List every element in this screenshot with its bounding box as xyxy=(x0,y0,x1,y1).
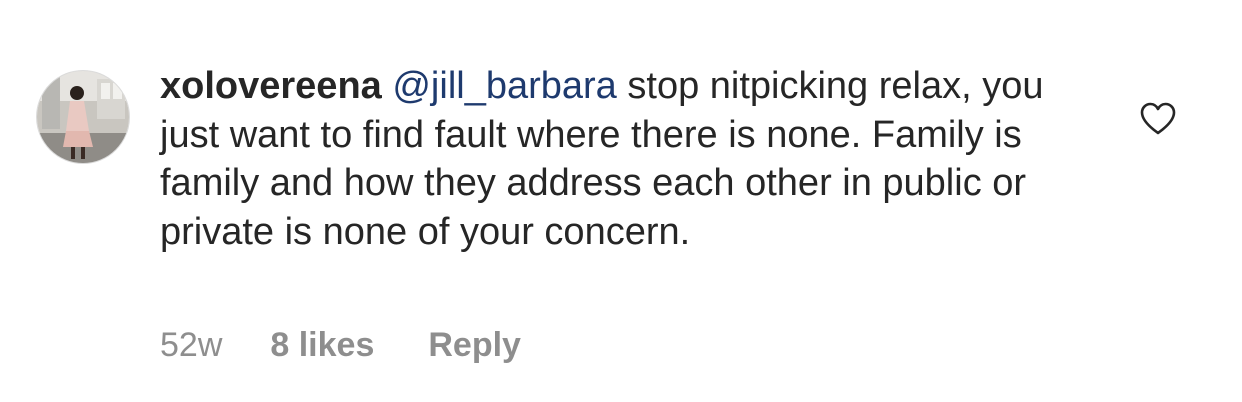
likes-count[interactable]: 8 likes xyxy=(270,326,374,365)
comment-meta: 52w 8 likes Reply xyxy=(160,326,521,365)
comment: xolovereena @jill_barbara stop nitpickin… xyxy=(0,0,1242,402)
heart-outline-icon[interactable] xyxy=(1140,102,1176,136)
comment-text: xolovereena @jill_barbara stop nitpickin… xyxy=(160,62,1100,256)
comment-timestamp: 52w xyxy=(160,326,223,364)
avatar[interactable] xyxy=(36,70,130,164)
avatar-photo xyxy=(37,71,129,163)
comment-mention[interactable]: @jill_barbara xyxy=(392,65,616,107)
reply-button[interactable]: Reply xyxy=(428,326,521,365)
comment-username[interactable]: xolovereena xyxy=(160,65,382,107)
